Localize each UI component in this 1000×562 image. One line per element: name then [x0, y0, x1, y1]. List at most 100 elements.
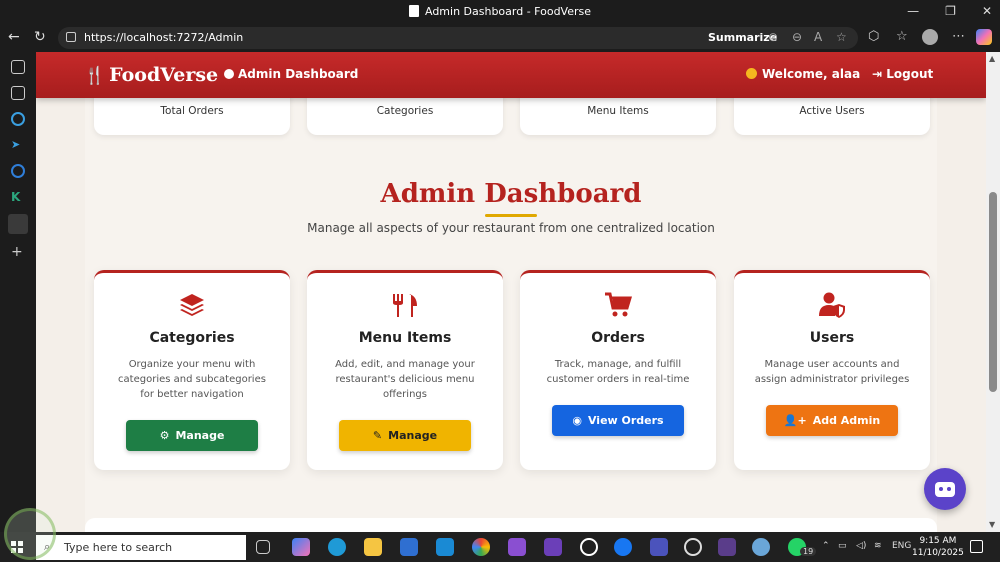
collections-icon[interactable] — [11, 86, 25, 100]
utensils-icon — [393, 294, 417, 317]
gear-icon: ⚙ — [159, 429, 170, 442]
card-description: Track, manage, and fulfill customer orde… — [546, 359, 690, 385]
user-plus-icon: 👤+ — [783, 414, 807, 427]
zoom-icon[interactable]: ⊖ — [792, 30, 802, 44]
window-title-text: Admin Dashboard - FoodVerse — [424, 5, 592, 18]
wifi-icon[interactable]: ≋ — [874, 541, 882, 551]
facebook-icon[interactable] — [614, 538, 632, 556]
nav-dashboard-label: Admin Dashboard — [238, 67, 359, 81]
lock-icon — [66, 32, 76, 42]
chrome-icon[interactable] — [472, 538, 490, 556]
brand-name: FoodVerse — [109, 64, 219, 86]
brand-logo[interactable]: 🍴 FoodVerse — [84, 64, 218, 86]
tabs-icon[interactable] — [11, 60, 25, 74]
chatbot-button[interactable] — [924, 468, 966, 510]
notification-icon[interactable] — [970, 540, 983, 553]
clock-time: 9:15 AM — [919, 536, 957, 546]
taskbar-clock[interactable]: 9:15 AM 11/10/2025 — [912, 535, 964, 559]
card-description: Add, edit, and manage your restaurant's … — [335, 359, 475, 400]
app-icon-3[interactable] — [11, 164, 25, 178]
page-scrollbar[interactable]: ▲ ▼ — [986, 52, 1000, 532]
gauge-icon — [224, 69, 234, 79]
page-title: Admin Dashboard — [380, 179, 642, 209]
terminal-icon[interactable] — [718, 538, 736, 556]
windows-taskbar: ⌕ Type here to search 19 ⌃ ▭ ◁) ≋ ENG 9:… — [0, 532, 1000, 562]
favorites-icon[interactable]: ☆ — [896, 29, 908, 44]
teams-icon[interactable] — [650, 538, 668, 556]
language-indicator[interactable]: ENG — [892, 541, 911, 551]
welcome-text: Welcome, alaa — [762, 67, 861, 81]
app-icon-1[interactable] — [11, 112, 25, 126]
watermark-logo — [4, 508, 56, 560]
task-view-icon[interactable] — [256, 540, 270, 554]
logout-label: Logout — [886, 67, 934, 81]
scroll-up-icon[interactable]: ▲ — [989, 54, 995, 63]
tray-chevron-icon[interactable]: ⌃ — [822, 541, 830, 551]
refresh-icon[interactable]: ↻ — [34, 29, 46, 45]
app-icon-2[interactable]: ➤ — [11, 138, 25, 152]
card-categories: Categories Organize your menu with categ… — [94, 270, 290, 470]
summarize-button[interactable]: Summarize — [708, 31, 777, 44]
store-icon[interactable] — [400, 538, 418, 556]
edit-icon: ✎ — [372, 429, 383, 442]
app-icon-5[interactable] — [752, 538, 770, 556]
card-menu-items: Menu Items Add, edit, and manage your re… — [307, 270, 503, 470]
manage-categories-button[interactable]: ⚙ Manage — [126, 420, 258, 451]
add-admin-button[interactable]: 👤+ Add Admin — [766, 405, 898, 436]
utensils-icon: 🍴 — [84, 66, 106, 86]
chatgpt-icon[interactable] — [580, 538, 598, 556]
media-player-icon[interactable] — [684, 538, 702, 556]
active-app-icon[interactable] — [8, 214, 28, 234]
button-label: Manage — [175, 429, 225, 442]
url-text[interactable]: https://localhost:7272/Admin — [84, 31, 243, 44]
view-orders-button[interactable]: ◉ View Orders — [552, 405, 684, 436]
card-title: Menu Items — [358, 330, 452, 346]
close-icon[interactable]: ✕ — [982, 4, 992, 18]
copilot-taskbar-icon[interactable] — [292, 538, 310, 556]
window-titlebar: Admin Dashboard - FoodVerse — ❐ ✕ — [0, 0, 1000, 24]
scroll-down-icon[interactable]: ▼ — [989, 520, 995, 529]
site-navbar: 🍴 FoodVerse Admin Dashboard Welcome, alaa… — [36, 52, 986, 98]
lower-section-card — [85, 518, 937, 532]
user-circle-icon — [746, 68, 757, 79]
logout-icon: ⇥ — [872, 67, 887, 81]
card-users: Users Manage user accounts and assign ad… — [734, 270, 930, 470]
stat-label: Total Orders — [160, 105, 224, 117]
edge-icon[interactable] — [328, 538, 346, 556]
card-orders: Orders Track, manage, and fulfill custom… — [520, 270, 716, 470]
whatsapp-badge: 19 — [800, 547, 817, 556]
address-bar[interactable]: https://localhost:7272/Admin Summarize ⊘… — [58, 27, 858, 49]
document-icon — [408, 5, 419, 17]
nav-admin-dashboard-link[interactable]: Admin Dashboard — [224, 67, 358, 81]
button-label: View Orders — [587, 414, 664, 427]
visual-studio-2-icon[interactable] — [544, 538, 562, 556]
logout-link[interactable]: ⇥ Logout — [872, 67, 933, 81]
favorite-star-icon[interactable]: ☆ — [836, 30, 847, 44]
file-explorer-icon[interactable] — [364, 538, 382, 556]
profile-avatar[interactable] — [922, 29, 938, 45]
eye-icon: ◉ — [572, 414, 582, 427]
card-description: Organize your menu with categories and s… — [118, 359, 266, 400]
more-menu-icon[interactable]: ⋯ — [952, 29, 965, 44]
vscode-icon[interactable] — [436, 538, 454, 556]
manage-menu-items-button[interactable]: ✎ Manage — [339, 420, 471, 451]
page-viewport: Total Orders Categories Menu Items Activ… — [36, 52, 986, 532]
add-app-icon[interactable]: + — [11, 244, 25, 260]
copilot-icon[interactable] — [976, 29, 992, 45]
visual-studio-icon[interactable] — [508, 538, 526, 556]
battery-icon[interactable]: ▭ — [838, 541, 847, 551]
volume-icon[interactable]: ◁) — [856, 541, 866, 551]
scrollbar-thumb[interactable] — [989, 192, 997, 392]
minimize-icon[interactable]: — — [907, 4, 919, 18]
stat-label: Active Users — [799, 105, 865, 117]
cart-icon — [605, 292, 632, 317]
extensions-icon[interactable]: ⬡ — [868, 29, 879, 44]
read-aloud-icon[interactable]: A — [814, 30, 822, 44]
clock-date: 11/10/2025 — [912, 548, 964, 558]
app-icon-4[interactable]: K — [11, 190, 25, 204]
translate-icon[interactable]: ⊘ — [768, 30, 778, 44]
taskbar-search[interactable]: ⌕ Type here to search — [36, 535, 246, 560]
maximize-icon[interactable]: ❐ — [945, 4, 956, 18]
back-icon[interactable]: ← — [8, 29, 20, 45]
layers-icon — [180, 294, 204, 316]
